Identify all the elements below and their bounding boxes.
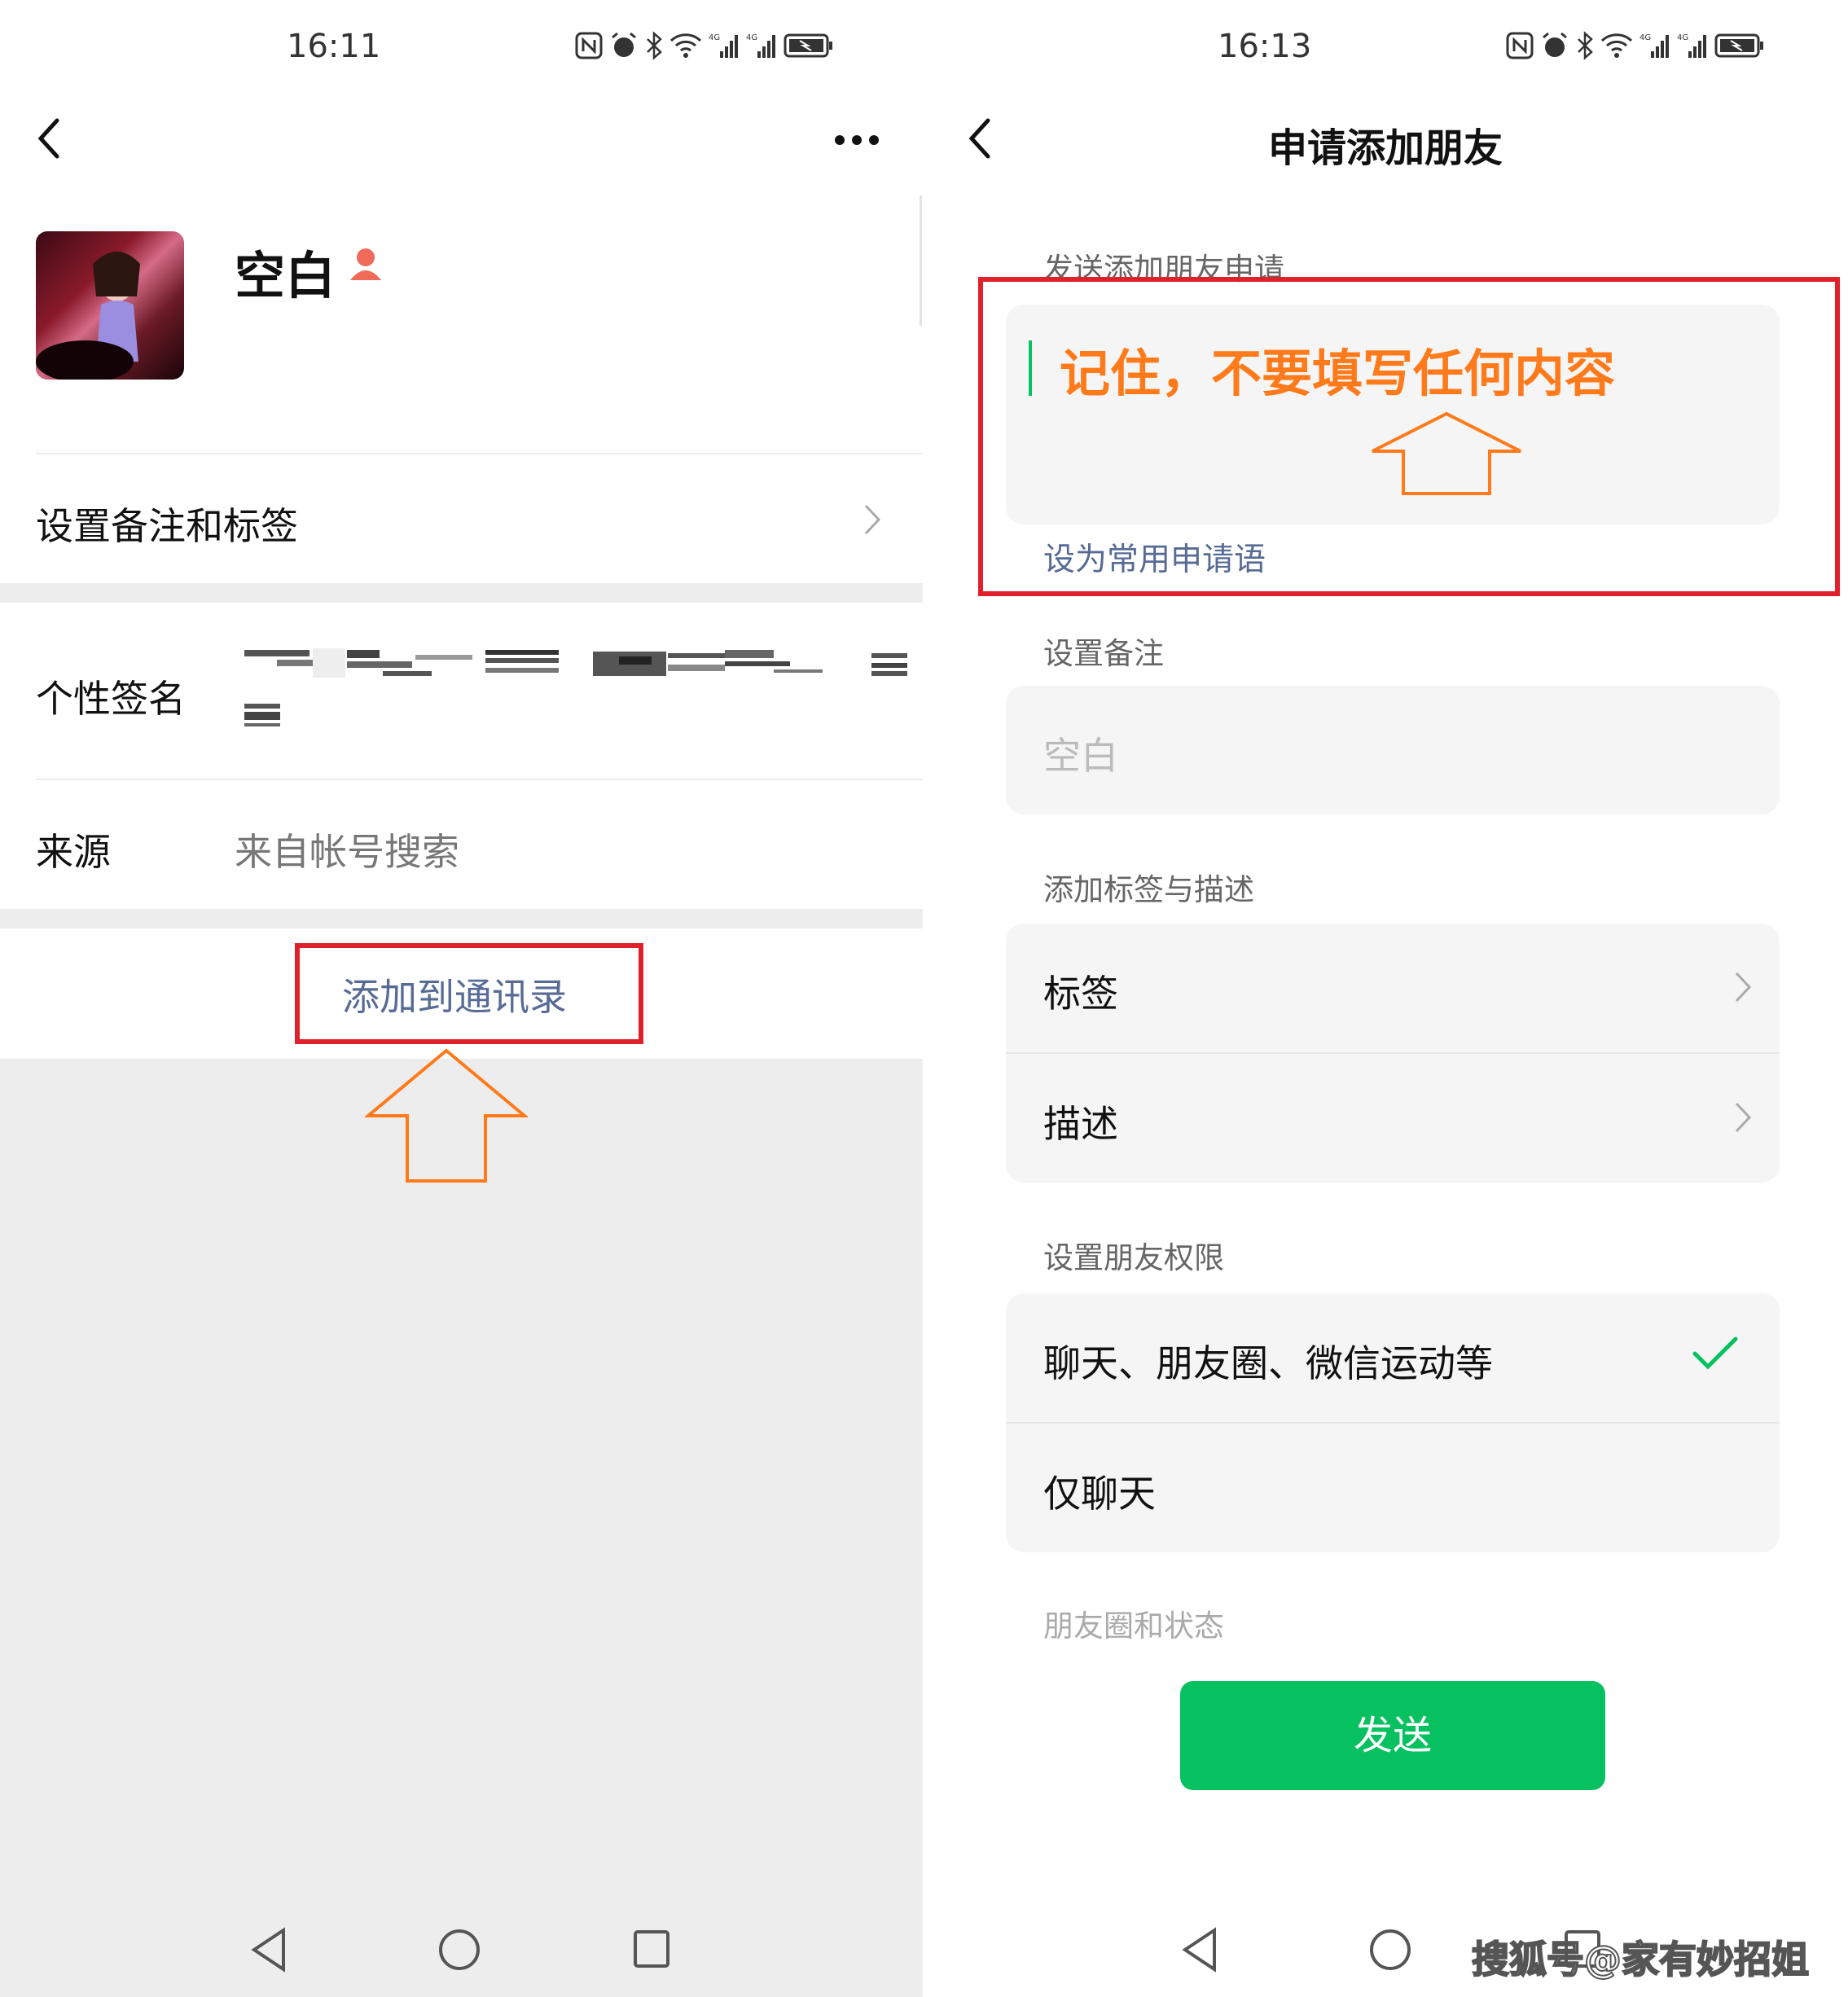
signature-row: 个性签名 <box>0 603 923 779</box>
svg-text:4G: 4G <box>709 33 720 42</box>
signal-4g-icon: 4G <box>1639 32 1670 63</box>
battery-icon <box>784 33 834 62</box>
nav-home-icon[interactable] <box>437 1927 482 1973</box>
divider <box>36 779 923 780</box>
add-contact-row: 添加到通讯录 <box>0 928 923 1059</box>
signature-redacted <box>244 647 912 744</box>
signal-4g-icon-2: 4G <box>746 32 777 63</box>
tags-section-label: 添加标签与描述 <box>1043 872 1254 907</box>
nav-back-icon[interactable] <box>249 1927 288 1973</box>
permission-option-chat-only[interactable]: 仅聊天 <box>1006 1424 1780 1552</box>
alarm-icon <box>1540 31 1569 64</box>
empty-background <box>0 1059 923 1997</box>
description-label: 描述 <box>1043 1102 1118 1146</box>
watermark-text: 搜狐号@家有妙招姐 <box>1471 1937 1810 1982</box>
status-time: 16:13 <box>1218 28 1312 65</box>
source-label: 来源 <box>36 830 111 874</box>
nfc-icon <box>575 32 603 63</box>
scroll-indicator <box>920 195 922 326</box>
signal-4g-icon: 4G <box>709 32 740 63</box>
source-value: 来自帐号搜索 <box>235 830 459 874</box>
battery-icon <box>1714 33 1765 62</box>
profile-name: 空白 <box>235 246 336 305</box>
wifi-icon <box>1600 33 1633 62</box>
back-button[interactable] <box>33 114 65 163</box>
status-icons: 4G 4G <box>1506 31 1765 64</box>
tags-card: 标签 描述 <box>1006 924 1780 1183</box>
tag-label: 标签 <box>1043 972 1118 1016</box>
arrow-up-annotation <box>365 1048 528 1183</box>
profile-screen: 16:11 4G 4G 空白 设置备注和标签 个性签名 来源 来自帐号搜索 添加… <box>0 0 923 1997</box>
status-icons: 4G 4G <box>575 31 834 64</box>
female-gender-icon <box>349 246 383 285</box>
bluetooth-icon <box>1576 31 1594 64</box>
divider <box>36 453 923 454</box>
signature-label: 个性签名 <box>36 677 186 721</box>
page-title: 申请添加朋友 <box>1267 125 1503 171</box>
add-to-contacts-button[interactable]: 添加到通讯录 <box>342 968 567 1021</box>
nav-recents-icon[interactable] <box>632 1929 671 1969</box>
wifi-icon <box>669 33 702 62</box>
add-friend-request-screen: 16:13 4G 4G 申请添加朋友 发送添加朋友申请 记住，不要填写任何内容 … <box>923 0 1848 1997</box>
chevron-right-icon <box>1735 1102 1752 1133</box>
section-gap <box>0 583 923 603</box>
moments-section-label: 朋友圈和状态 <box>1043 1609 1224 1644</box>
nav-home-icon[interactable] <box>1367 1927 1413 1973</box>
permission-chat-only-label: 仅聊天 <box>1043 1472 1156 1516</box>
source-row: 来源 来自帐号搜索 <box>0 782 923 909</box>
chevron-right-icon <box>1735 972 1752 1003</box>
nfc-icon <box>1506 32 1534 63</box>
remark-placeholder: 空白 <box>1043 734 1118 778</box>
signal-4g-icon-2: 4G <box>1677 32 1708 63</box>
alarm-icon <box>609 31 639 64</box>
remark-section-label: 设置备注 <box>1043 636 1164 671</box>
remark-input[interactable]: 空白 <box>1006 686 1780 814</box>
bluetooth-icon <box>645 31 663 64</box>
highlight-box <box>978 277 1840 596</box>
svg-text:4G: 4G <box>1639 33 1651 42</box>
svg-text:4G: 4G <box>746 33 757 42</box>
status-time: 16:11 <box>287 28 381 65</box>
permission-option-all[interactable]: 聊天、朋友圈、微信运动等 <box>1006 1293 1780 1422</box>
checkmark-icon <box>1692 1336 1738 1370</box>
chevron-right-icon <box>864 504 881 535</box>
permissions-card: 聊天、朋友圈、微信运动等 仅聊天 <box>1006 1293 1780 1552</box>
description-row[interactable]: 描述 <box>1006 1054 1780 1183</box>
avatar[interactable] <box>36 231 184 380</box>
permissions-section-label: 设置朋友权限 <box>1043 1240 1224 1275</box>
permission-all-label: 聊天、朋友圈、微信运动等 <box>1043 1341 1493 1385</box>
send-button[interactable]: 发送 <box>1180 1681 1605 1790</box>
section-gap <box>0 909 923 928</box>
tag-row[interactable]: 标签 <box>1006 924 1780 1052</box>
more-options-button[interactable] <box>832 130 881 150</box>
svg-text:4G: 4G <box>1677 33 1688 42</box>
set-remark-tags-row[interactable]: 设置备注和标签 <box>0 456 923 583</box>
nav-back-icon[interactable] <box>1180 1927 1219 1973</box>
remark-tags-label: 设置备注和标签 <box>36 504 298 548</box>
